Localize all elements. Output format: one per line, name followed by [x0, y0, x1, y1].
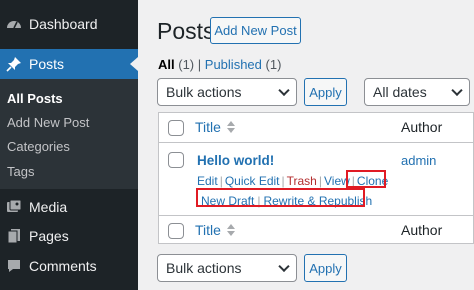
clone-highlight-box: [346, 170, 386, 188]
add-new-post-button[interactable]: Add New Post: [210, 17, 301, 44]
nav-media[interactable]: Media: [0, 197, 138, 217]
nav-comments[interactable]: Comments: [0, 256, 138, 276]
filter-published[interactable]: Published: [205, 57, 262, 72]
nav-dashboard[interactable]: Dashboard: [0, 13, 138, 35]
nav-dashboard-label: Dashboard: [29, 16, 98, 32]
bulk-actions-value: Bulk actions: [166, 84, 242, 100]
select-all-checkbox[interactable]: [168, 120, 184, 136]
column-author: Author: [401, 119, 443, 135]
comments-icon: [6, 258, 22, 274]
filter-published-count: (1): [265, 57, 282, 72]
sort-icon: [226, 224, 235, 236]
dates-filter-select[interactable]: All dates: [364, 78, 470, 106]
nav-posts-label: Posts: [29, 56, 65, 72]
bulk-actions-value-bottom: Bulk actions: [166, 260, 242, 276]
bulk-actions-select-bottom[interactable]: Bulk actions: [157, 254, 297, 282]
submenu-all-posts[interactable]: All Posts: [7, 91, 63, 106]
dashboard-icon: [6, 16, 22, 32]
submenu-categories[interactable]: Categories: [7, 139, 70, 154]
filter-all-count: (1): [178, 57, 195, 72]
table-footer: Title Author: [159, 215, 474, 245]
action-quick-edit[interactable]: Quick Edit: [225, 174, 280, 188]
page-title: Posts: [157, 18, 215, 44]
filter-all[interactable]: All: [158, 57, 175, 72]
sort-icon: [226, 121, 235, 133]
chevron-down-icon: [451, 84, 463, 97]
dates-filter-value: All dates: [373, 84, 427, 100]
apply-button-top[interactable]: Apply: [304, 78, 347, 106]
status-filters: All (1) | Published (1): [158, 57, 281, 72]
action-edit[interactable]: Edit: [197, 174, 218, 188]
action-trash[interactable]: Trash: [287, 174, 317, 188]
pin-icon: [6, 56, 22, 72]
nav-pages-label: Pages: [29, 228, 69, 244]
column-title-label: Title: [195, 119, 221, 135]
apply-button-bottom[interactable]: Apply: [304, 254, 347, 282]
nav-pages[interactable]: Pages: [0, 226, 138, 246]
filter-separator: |: [197, 57, 202, 72]
submenu-add-new-post[interactable]: Add New Post: [7, 115, 89, 130]
nav-media-label: Media: [29, 199, 68, 215]
post-title-link[interactable]: Hello world!: [197, 153, 274, 168]
submenu-tags[interactable]: Tags: [7, 164, 34, 179]
admin-sidebar: Dashboard Posts All Posts Add New Post C…: [0, 0, 138, 290]
column-author-footer: Author: [401, 222, 443, 238]
posts-submenu: All Posts Add New Post Categories Tags: [0, 79, 138, 189]
column-title-sort-footer[interactable]: Title: [195, 222, 235, 238]
column-title-label-footer: Title: [195, 222, 221, 238]
nav-posts[interactable]: Posts: [0, 49, 138, 79]
column-title-sort[interactable]: Title: [195, 119, 235, 135]
new-draft-highlight-box: [196, 188, 365, 207]
nav-comments-label: Comments: [29, 258, 97, 274]
pages-icon: [6, 228, 22, 244]
post-author-link[interactable]: admin: [401, 153, 436, 168]
bulk-actions-select-top[interactable]: Bulk actions: [157, 78, 297, 106]
chevron-down-icon: [278, 260, 290, 273]
chevron-down-icon: [278, 84, 290, 97]
row-checkbox[interactable]: [168, 152, 184, 168]
posts-table: Title Author Hello world! admin Edit | Qui…: [158, 112, 474, 244]
media-icon: [6, 199, 22, 215]
table-header: Title Author: [159, 113, 474, 143]
select-all-checkbox-footer[interactable]: [168, 223, 184, 239]
